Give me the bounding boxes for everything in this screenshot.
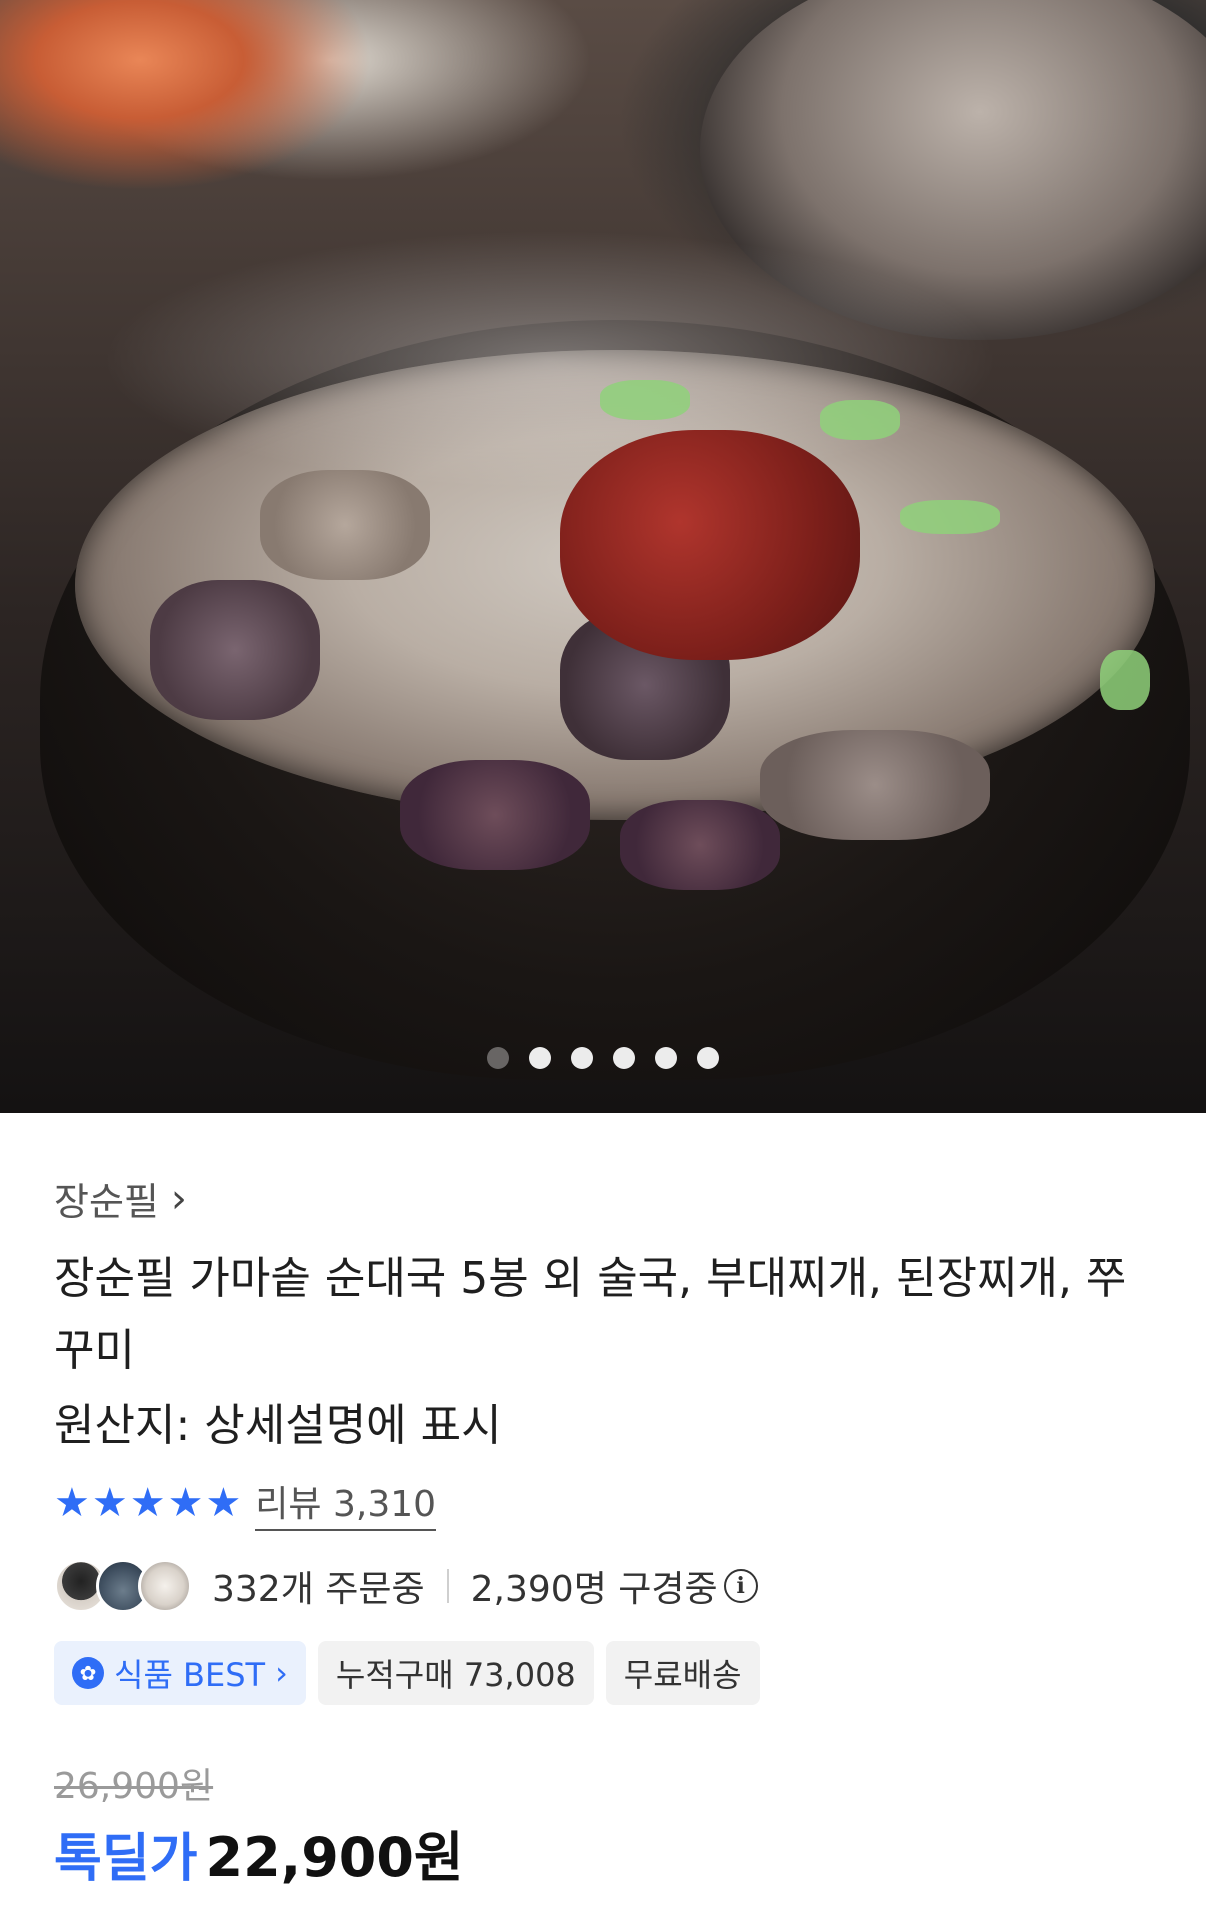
- avatar: [138, 1559, 192, 1613]
- sundae-chunk: [620, 800, 780, 890]
- info-icon[interactable]: i: [723, 1569, 758, 1603]
- carousel-dot[interactable]: [655, 1047, 677, 1069]
- chevron-right-icon: ›: [275, 1654, 288, 1692]
- seller-name: 장순필: [54, 1180, 159, 1224]
- review-count-link[interactable]: 리뷰 3,310: [255, 1475, 437, 1531]
- meat-chunk: [260, 470, 430, 580]
- star-icon: ★: [54, 1480, 90, 1526]
- green-onion: [820, 400, 900, 440]
- spicy-sauce-image: [560, 430, 860, 660]
- orders-in-progress: 332개 주문중: [212, 1569, 425, 1610]
- category-best-label: 식품 BEST: [114, 1656, 266, 1694]
- star-icon: ★: [205, 1480, 242, 1526]
- viewers-count: 2,390명 구경중: [470, 1569, 718, 1610]
- original-price: 26,900원: [54, 1766, 214, 1807]
- sundae-chunk: [150, 580, 320, 720]
- rating-stars: ★ ★ ★ ★ ★: [54, 1483, 241, 1523]
- cumulative-purchase-tag: 누적구매 73,008: [317, 1641, 594, 1705]
- carousel-dot[interactable]: [697, 1047, 719, 1069]
- sale-price-row: 톡딜가 22,900원: [54, 1813, 464, 1892]
- sale-price: 22,900원: [205, 1826, 464, 1889]
- star-icon: ★: [129, 1480, 166, 1526]
- chevron-right-icon: ›: [170, 1175, 187, 1222]
- divider: [446, 1569, 449, 1603]
- badge-icon: ✿: [72, 1657, 104, 1689]
- carousel-dot[interactable]: [529, 1047, 551, 1069]
- buyer-avatars: [54, 1559, 192, 1613]
- green-onion: [600, 380, 690, 420]
- free-shipping-tag: 무료배송: [605, 1641, 760, 1705]
- star-icon: ★: [91, 1480, 128, 1526]
- green-onion: [1100, 650, 1150, 710]
- steam-overlay: [100, 230, 1000, 490]
- carousel-dot[interactable]: [613, 1047, 635, 1069]
- category-best-badge[interactable]: ✿ 식품 BEST ›: [54, 1641, 306, 1705]
- product-origin: 원산지: 상세설명에 표시: [54, 1400, 502, 1451]
- green-onion: [900, 500, 1000, 534]
- sundae-chunk: [400, 760, 590, 870]
- star-icon: ★: [167, 1480, 204, 1526]
- product-image-gallery[interactable]: [0, 0, 1206, 1113]
- sale-label: 톡딜가: [54, 1829, 198, 1889]
- carousel-dot[interactable]: [571, 1047, 593, 1069]
- product-title: 장순필 가마솥 순대국 5봉 외 술국, 부대찌개, 된장찌개, 쭈꾸미: [54, 1253, 1127, 1376]
- rating-row: ★ ★ ★ ★ ★ 리뷰 3,310: [54, 1475, 437, 1531]
- product-tags: ✿ 식품 BEST › 누적구매 73,008 무료배송: [54, 1641, 760, 1705]
- carousel-indicator[interactable]: [0, 1047, 1206, 1069]
- social-proof-row: 332개 주문중 2,390명 구경중 i: [54, 1559, 758, 1613]
- meat-chunk: [760, 730, 990, 840]
- seller-link[interactable]: 장순필 ›: [54, 1171, 187, 1226]
- carousel-dot[interactable]: [487, 1047, 509, 1069]
